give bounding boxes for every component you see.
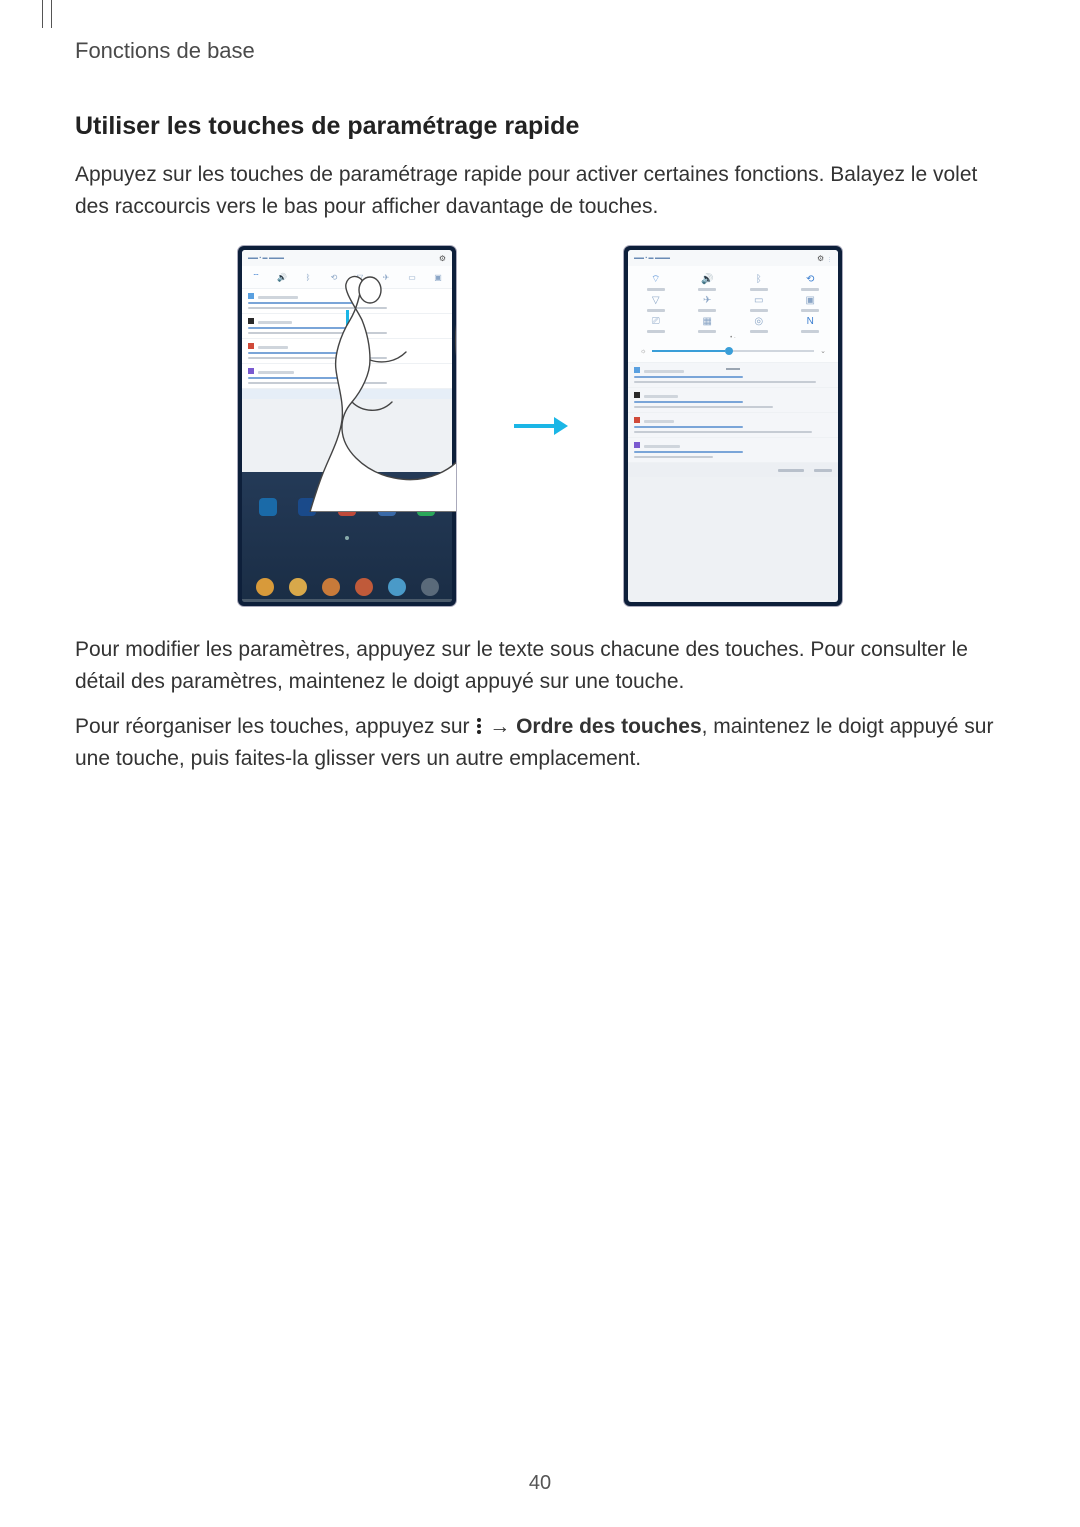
flashlight-icon: ▽ — [652, 293, 660, 307]
perf-icon: ▣ — [806, 293, 815, 307]
gear-icon: ⚙ — [817, 254, 824, 263]
wifi-icon: ⌔ — [249, 270, 263, 284]
extra-icon: ▣ — [431, 270, 445, 284]
section-title: Utiliser les touches de paramétrage rapi… — [75, 112, 1005, 141]
notification-list — [628, 363, 838, 477]
location-icon: ◎ — [754, 314, 763, 328]
gear-icon: ⚙ — [439, 254, 446, 263]
chevron-down-icon: ⌄ — [820, 347, 826, 355]
quick-settings-row: ⌔ 🔊 ᛒ ⟲ ▽ ✈ ▭ ▣ — [242, 266, 452, 288]
powersave-icon: ▭ — [405, 270, 419, 284]
more-options-icon — [477, 718, 481, 734]
n-icon: N — [807, 314, 814, 328]
running-header: Fonctions de base — [75, 38, 255, 64]
figure-row: ▬▬ ▪ ▬ ▬▬▬ ⚙ ⌔ 🔊 ᛒ ⟲ ▽ ✈ ▭ ▣ — [75, 246, 1005, 606]
swipe-down-indicator — [346, 310, 349, 346]
figure-device-left: ▬▬ ▪ ▬ ▬▬▬ ⚙ ⌔ 🔊 ᛒ ⟲ ▽ ✈ ▭ ▣ — [238, 246, 456, 606]
hotspot-icon: ▦ — [703, 314, 712, 328]
status-bar: ▬▬ ▪ ▬ ▬▬▬ ⚙ — [242, 250, 452, 266]
rotate-icon: ⟲ — [327, 270, 341, 284]
cast-icon: ⎚ — [652, 314, 660, 328]
page-tab-marker — [42, 0, 52, 28]
bluetooth-icon: ᛒ — [756, 272, 762, 286]
more-icon: ⋮ — [827, 257, 832, 263]
paragraph-reorder: Pour réorganiser les touches, appuyez su… — [75, 711, 1005, 774]
airplane-icon: ✈ — [379, 270, 393, 284]
bluetooth-icon: ᛒ — [301, 270, 315, 284]
figure-device-right: ▬▬ ▪ ▬ ▬▬▬ ⚙ ⋮ ⌔ 🔊 ᛒ ⟲ ▽ ✈ ▭ ▣ — [624, 246, 842, 606]
sound-icon: 🔊 — [701, 272, 713, 286]
arrow-right-icon — [512, 414, 568, 438]
powersave-icon: ▭ — [754, 293, 763, 307]
rotate-icon: ⟲ — [806, 272, 814, 286]
page-number: 40 — [0, 1472, 1080, 1495]
quick-settings-grid: ⌔ 🔊 ᛒ ⟲ ▽ ✈ ▭ ▣ ⎚ ▦ ◎ N — [628, 266, 838, 362]
flashlight-icon: ▽ — [353, 270, 367, 284]
wifi-icon: ⌔ — [651, 272, 660, 286]
paragraph-modify: Pour modifier les paramètres, appuyez su… — [75, 634, 1005, 697]
intro-paragraph: Appuyez sur les touches de paramétrage r… — [75, 159, 1005, 222]
sound-icon: 🔊 — [275, 270, 289, 284]
brightness-slider: ☼ ⌄ — [630, 343, 836, 357]
airplane-icon: ✈ — [703, 293, 711, 307]
status-bar: ▬▬ ▪ ▬ ▬▬▬ ⚙ ⋮ — [628, 250, 838, 266]
brightness-icon: ☼ — [640, 348, 646, 355]
